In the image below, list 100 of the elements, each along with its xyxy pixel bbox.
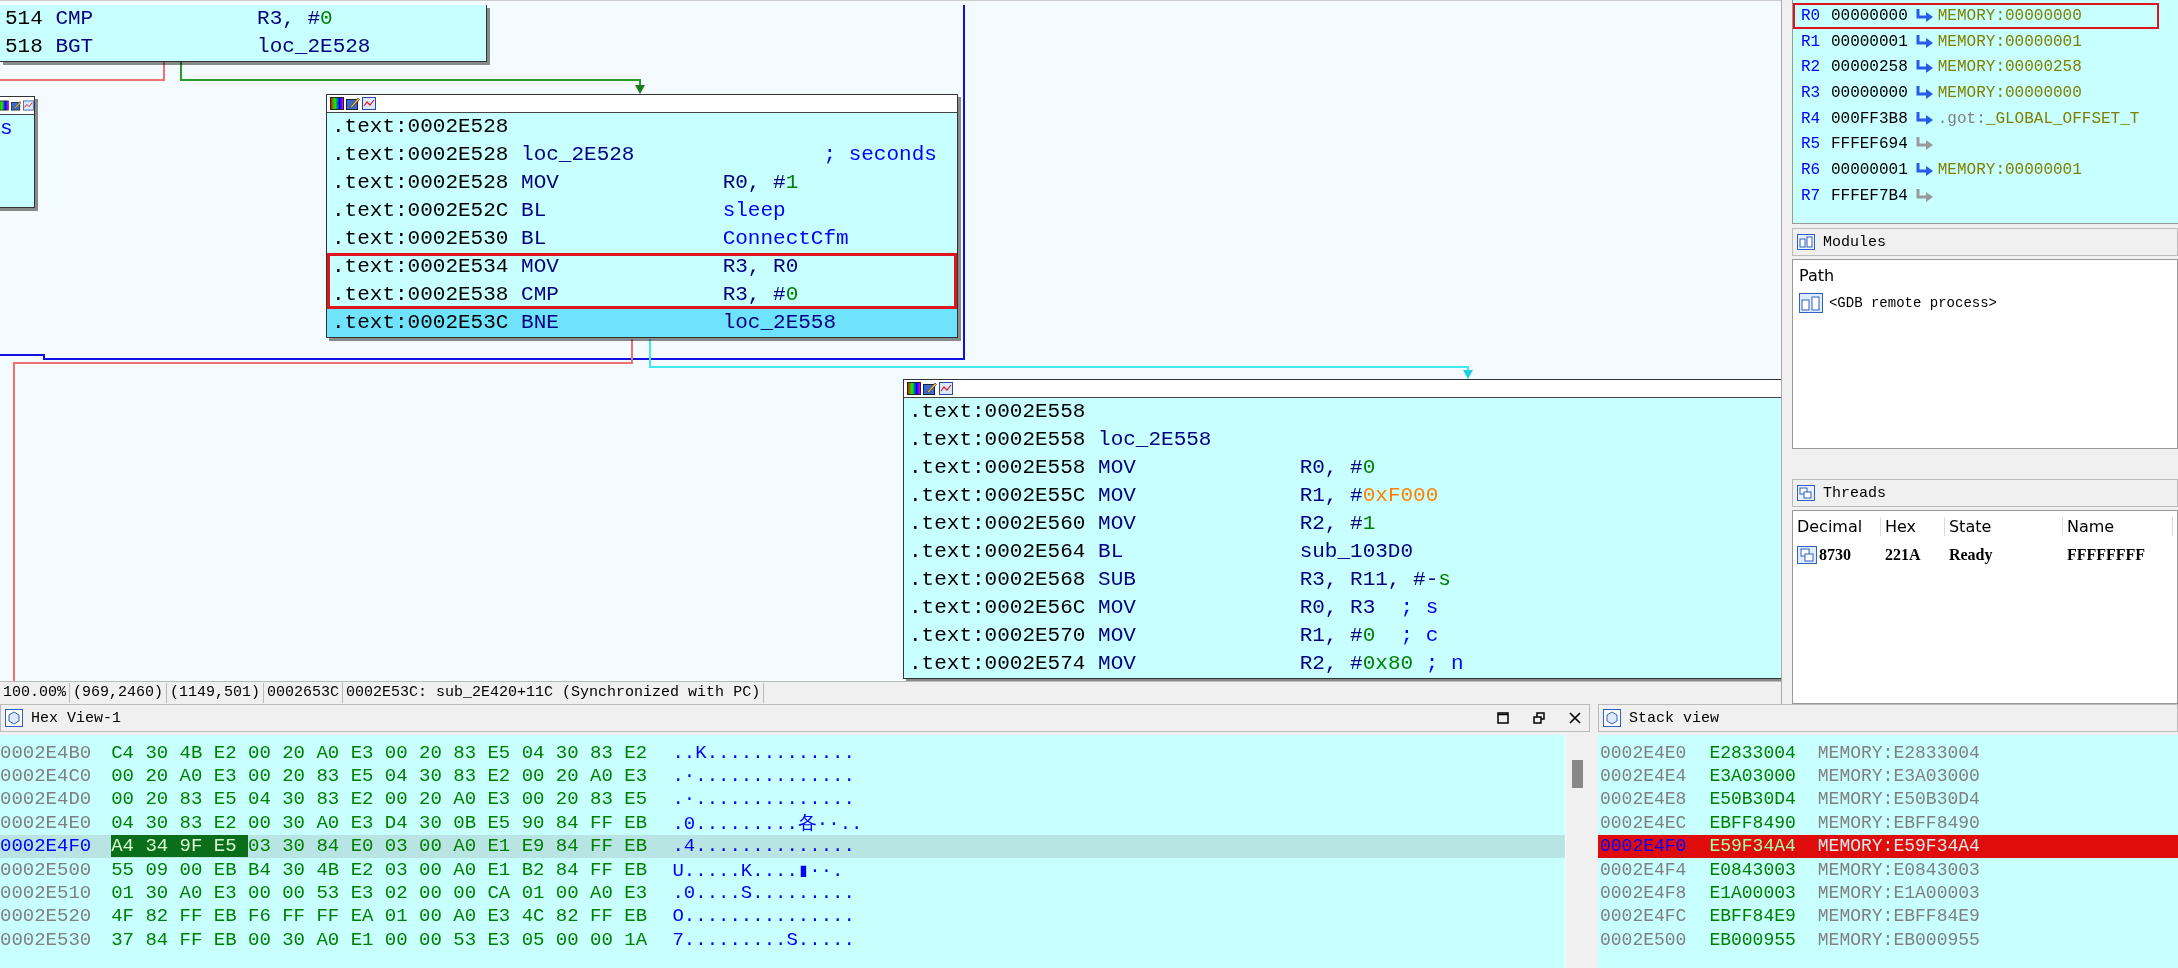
hex-byte: E2 xyxy=(213,811,238,834)
color-palette-icon[interactable] xyxy=(0,99,9,112)
stack-row[interactable]: 0002E4FC EBFF84E9 MEMORY:EBFF84E9 xyxy=(1598,904,2178,929)
register-value[interactable]: 00000000 xyxy=(1830,6,1908,25)
hex-byte: 30 xyxy=(145,741,170,764)
register-row[interactable]: R7 FFFEF7B4 xyxy=(1792,182,2159,209)
register-value[interactable]: 00000000 xyxy=(1830,83,1908,102)
hex-byte: 30 xyxy=(282,858,307,881)
stack-row[interactable]: 0002E4F8 E1A00003 MEMORY:E1A00003 xyxy=(1598,881,2178,905)
scrollbar-thumb[interactable] xyxy=(1572,760,1583,788)
module-path[interactable]: <GDB remote process> xyxy=(1828,295,1997,311)
column-header[interactable]: Path xyxy=(1798,266,1835,285)
stack-row[interactable]: 0002E4F4 E0843003 MEMORY:E0843003 xyxy=(1598,857,2178,882)
register-value[interactable]: 00000001 xyxy=(1830,32,1908,51)
hex-byte: A0 xyxy=(179,882,204,905)
status-text: 100.00% xyxy=(0,683,70,704)
hex-byte: 03 xyxy=(248,835,272,858)
register-row[interactable]: R3 00000000 MEMORY:00000000 xyxy=(1792,80,2159,106)
register-row[interactable]: R2 00000258 MEMORY:00000258 xyxy=(1792,54,2159,81)
stack-row[interactable]: 0002E4E0 E2833004 MEMORY:E2833004 xyxy=(1598,741,2178,765)
code-line[interactable]: .text:0002E558 xyxy=(904,398,1781,426)
code-line[interactable]: .text:0002E528 xyxy=(327,113,957,141)
register-target[interactable]: MEMORY:00000001 xyxy=(1937,160,2082,179)
code-line[interactable]: .text:0002E534 MOV R3, R0 xyxy=(327,253,957,281)
stack-row[interactable]: 0002E4E8 E50B30D4 MEMORY:E50B30D4 xyxy=(1598,787,2178,812)
hex-row[interactable]: 0002E510 01 30 A0 E3 00 00 53 E3 02 00 00 CA 01 00 A0 E3 .0....S......... xyxy=(0,881,1565,905)
register-row[interactable]: R1 00000001 MEMORY:00000001 xyxy=(1792,28,2159,55)
status-text: 0002653C xyxy=(264,683,344,704)
hex-byte: FF xyxy=(316,905,341,928)
hex-row[interactable]: 0002E4F0 A4 34 9F E5 03 30 84 E0 03 00 A0 E1 E9 84 FF EB .4.............. xyxy=(0,834,1565,858)
register-target[interactable]: MEMORY:00000001 xyxy=(1937,32,2082,51)
graph-icon[interactable] xyxy=(362,97,376,110)
register-name: R6 xyxy=(1800,160,1822,179)
hex-row[interactable]: 0002E520 4F 82 FF EB F6 FF FF EA 01 00 A0 E3 4C 82 FF EB O............... xyxy=(0,904,1565,929)
register-value[interactable]: 00000258 xyxy=(1830,58,1908,77)
hex-byte: 83 xyxy=(316,788,341,811)
pencil-icon[interactable] xyxy=(346,97,360,110)
ascii-text: O............... xyxy=(672,905,855,928)
register-target[interactable]: .got:_GLOBAL_OFFSET_T xyxy=(1937,109,2140,128)
pencil-icon[interactable] xyxy=(10,99,22,112)
hex-row[interactable]: 0002E4C0 00 20 A0 E3 00 20 83 E5 04 30 83 E2 00 20 A0 E3 .·.............. xyxy=(0,764,1565,788)
scrollbar-track[interactable] xyxy=(1565,735,1590,968)
hex-byte: E5 xyxy=(624,788,649,811)
code-line[interactable]: .text:0002E558 loc_2E558 xyxy=(904,426,1781,454)
hex-byte: F6 xyxy=(248,905,272,928)
code-line[interactable]: .text:0002E56C MOV R0, R3 ; s xyxy=(904,594,1781,622)
ascii-text: .0.........各··.. xyxy=(672,811,863,836)
pencil-icon[interactable] xyxy=(923,382,937,395)
stack-row[interactable]: 0002E4F0 E59F34A4 MEMORY:E59F34A4 xyxy=(1598,834,2178,858)
stack-row[interactable]: 0002E4E4 E3A03000 MEMORY:E3A03000 xyxy=(1598,764,2178,788)
register-value[interactable]: FFFEF694 xyxy=(1830,135,1908,154)
stack-row[interactable]: 0002E4EC EBFF8490 MEMORY:EBFF8490 xyxy=(1598,811,2178,835)
column-header[interactable]: State xyxy=(1944,516,2063,536)
panel-title: Threads xyxy=(1822,484,1886,502)
register-target[interactable]: MEMORY:00000000 xyxy=(1937,6,2082,25)
hex-row[interactable]: 0002E530 37 84 FF EB 00 30 A0 E1 00 00 53 E3 05 00 00 1A 7.........S..... xyxy=(0,928,1565,952)
register-row[interactable]: R4 000FF3B8 .got:_GLOBAL_OFFSET_T xyxy=(1792,105,2159,132)
register-value[interactable]: 000FF3B8 xyxy=(1830,109,1908,128)
hex-byte: FF xyxy=(282,905,307,928)
code-line[interactable]: .text:0002E55C MOV R1, #0xF000 xyxy=(904,482,1781,510)
column-header[interactable]: Hex xyxy=(1880,516,1945,536)
hex-row[interactable]: 0002E500 55 09 00 EB B4 30 4B E2 03 00 A0 E1 B2 84 FF EB U.....K....▮··. xyxy=(0,857,1565,882)
hex-row[interactable]: 0002E4B0 C4 30 4B E2 00 20 A0 E3 00 20 83 E5 04 30 83 E2 ..K............. xyxy=(0,741,1565,765)
code-line[interactable]: s xyxy=(0,115,34,143)
code-line[interactable]: .text:0002E574 MOV R2, #0x80 ; n xyxy=(904,650,1781,678)
code-line[interactable]: .text:0002E528 MOV R0, #1 xyxy=(327,169,957,197)
code-line[interactable]: 518 BGT loc_2E528 xyxy=(0,33,486,61)
register-target[interactable]: MEMORY:00000258 xyxy=(1937,58,2082,77)
code-line[interactable]: .text:0002E528 loc_2E528 ; seconds xyxy=(327,141,957,169)
register-row[interactable]: R6 00000001 MEMORY:00000001 xyxy=(1792,157,2159,183)
stack-row[interactable]: 0002E500 EB000955 MEMORY:EB000955 xyxy=(1598,928,2178,952)
color-palette-icon[interactable] xyxy=(330,97,344,110)
hex-byte: 00 xyxy=(419,928,443,951)
code-line[interactable]: .text:0002E560 MOV R2, #1 xyxy=(904,510,1781,538)
hex-row[interactable]: 0002E4E0 04 30 83 E2 00 30 A0 E3 D4 30 0B E5 90 84 FF EB .0.........各··.. xyxy=(0,811,1565,835)
code-line[interactable]: .text:0002E570 MOV R1, #0 ; c xyxy=(904,622,1781,650)
status-text: 0002E53C: sub_2E420+11C (Synchronized with PC) xyxy=(343,683,765,704)
code-line[interactable]: 514 CMP R3, #0 xyxy=(0,5,486,33)
register-row[interactable]: R5 FFFEF694 xyxy=(1792,131,2159,158)
hex-address: 0002E4F0 xyxy=(0,835,92,858)
register-target[interactable]: MEMORY:00000000 xyxy=(1937,83,2082,102)
register-row[interactable]: R0 00000000 MEMORY:00000000 xyxy=(1792,3,2159,29)
code-line[interactable]: .text:0002E564 BL sub_103D0 xyxy=(904,538,1781,566)
color-palette-icon[interactable] xyxy=(907,382,921,395)
code-line[interactable]: .text:0002E530 BL ConnectCfm xyxy=(327,225,957,253)
code-line[interactable]: .text:0002E52C BL sleep xyxy=(327,197,957,225)
graph-icon[interactable] xyxy=(939,382,953,395)
column-header[interactable]: Name xyxy=(2062,516,2173,536)
hex-byte: 83 xyxy=(453,741,478,764)
code-line[interactable]: .text:0002E568 SUB R3, R11, #-s xyxy=(904,566,1781,594)
code-line[interactable]: .text:0002E538 CMP R3, #0 xyxy=(327,281,957,309)
hex-row[interactable]: 0002E4D0 00 20 83 E5 04 30 83 E2 00 20 A0 E3 00 20 83 E5 .·.............. xyxy=(0,787,1565,812)
register-value[interactable]: 00000001 xyxy=(1830,160,1908,179)
column-header[interactable]: Decimal xyxy=(1792,516,1881,536)
register-value[interactable]: FFFEF7B4 xyxy=(1830,186,1908,205)
graph-icon[interactable] xyxy=(23,99,34,112)
stack-value: E3A03000 xyxy=(1709,766,1796,787)
ascii-text: ..K............. xyxy=(672,741,855,764)
hex-byte: 00 xyxy=(248,765,272,788)
code-line[interactable]: .text:0002E558 MOV R0, #0 xyxy=(904,454,1781,482)
